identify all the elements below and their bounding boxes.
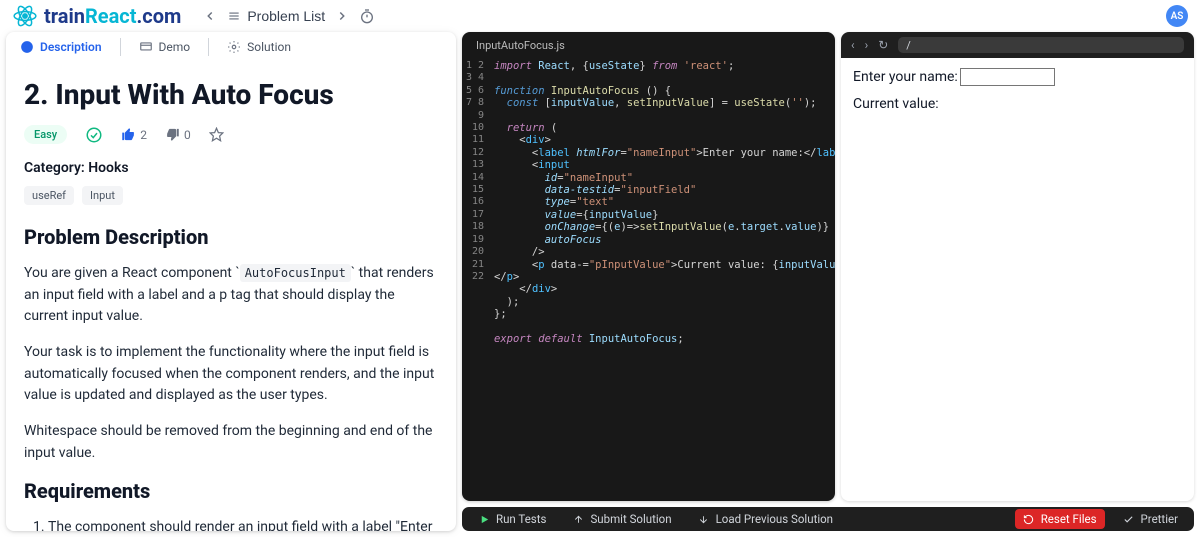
section-requirements: Requirements [24, 479, 438, 503]
brand-dotcom: .com [137, 4, 182, 28]
category: Category: Hooks [24, 160, 438, 176]
preview-name-input[interactable] [960, 68, 1055, 86]
section-problem-description: Problem Description [24, 225, 438, 249]
reset-files-button[interactable]: Reset Files [1015, 509, 1105, 529]
tab-demo[interactable]: Demo [139, 40, 191, 54]
preview-reload-icon[interactable]: ↻ [878, 39, 888, 51]
tab-solution[interactable]: Solution [227, 40, 291, 54]
description-icon: i [20, 40, 34, 54]
solution-icon [227, 40, 241, 54]
preview-toolbar: ‹ › ↻ / [841, 32, 1194, 58]
code-editor[interactable]: InputAutoFocus.js 1 2 3 4 5 6 7 8 9 10 1… [462, 32, 835, 501]
demo-icon [139, 40, 153, 54]
prettier-button[interactable]: Prettier [1115, 509, 1186, 529]
atom-icon [12, 3, 38, 29]
description-scroll[interactable]: 2. Input With Auto Focus Easy 2 0 [6, 62, 456, 531]
reset-icon [1023, 513, 1035, 525]
preview-back-icon[interactable]: ‹ [851, 39, 855, 51]
preview-url-bar[interactable]: / [898, 37, 1184, 53]
topbar: trainReact.com Problem List AS [0, 0, 1200, 32]
solved-check-icon [85, 126, 103, 144]
left-tabs: i Description Demo Solution [6, 32, 456, 62]
line-gutter: 1 2 3 4 5 6 7 8 9 10 11 12 13 14 15 16 1… [462, 60, 490, 283]
preview-label: Enter your name: [853, 69, 958, 85]
problem-title: 2. Input With Auto Focus [24, 78, 438, 111]
code-autofocusinput: AutoFocusInput [240, 264, 351, 282]
desc-para-1: You are given a React component `AutoFoc… [24, 263, 438, 328]
topnav: Problem List [203, 8, 375, 24]
req-item: The component should render an input fie… [48, 517, 438, 532]
brand-logo[interactable]: trainReact.com [12, 3, 181, 29]
like-button[interactable]: 2 [121, 127, 147, 142]
problem-list-menu-button[interactable]: Problem List [227, 8, 325, 24]
preview-panel: ‹ › ↻ / Enter your name: Current value: [841, 32, 1194, 501]
panes: InputAutoFocus.js 1 2 3 4 5 6 7 8 9 10 1… [462, 32, 1194, 501]
tag-useref[interactable]: useRef [24, 186, 74, 205]
code-content[interactable]: import React, {useState} from 'react'; f… [494, 60, 835, 345]
tab-description[interactable]: i Description [20, 40, 102, 54]
requirements-list: The component should render an input fie… [24, 517, 438, 532]
difficulty-badge: Easy [24, 125, 67, 144]
code-body[interactable]: 1 2 3 4 5 6 7 8 9 10 11 12 13 14 15 16 1… [462, 52, 835, 501]
desc-para-2: Your task is to implement the functional… [24, 342, 438, 407]
preview-current-value: Current value: [853, 96, 1182, 112]
run-tests-button[interactable]: Run Tests [470, 509, 554, 529]
action-bar: Run Tests Submit Solution Load Previous … [462, 507, 1194, 531]
preview-forward-icon[interactable]: › [865, 39, 869, 51]
preview-body: Enter your name: Current value: [841, 58, 1194, 122]
submit-solution-button[interactable]: Submit Solution [564, 509, 679, 529]
right-column: InputAutoFocus.js 1 2 3 4 5 6 7 8 9 10 1… [462, 32, 1194, 531]
desc-para-3: Whitespace should be removed from the be… [24, 421, 438, 464]
nav-forward-button[interactable] [335, 9, 349, 23]
download-icon [698, 513, 710, 525]
avatar[interactable]: AS [1166, 5, 1188, 27]
play-icon [478, 513, 490, 525]
brand-train: train [44, 4, 85, 28]
dislike-button[interactable]: 0 [165, 127, 191, 142]
meta-row: Easy 2 0 [24, 125, 438, 144]
load-previous-button[interactable]: Load Previous Solution [690, 509, 841, 529]
brand-react: React [85, 4, 137, 28]
problem-list-label: Problem List [247, 8, 325, 24]
editor-filename[interactable]: InputAutoFocus.js [462, 32, 835, 52]
svg-text:i: i [26, 44, 28, 51]
main: i Description Demo Solution 2. Input Wit… [0, 32, 1200, 537]
timer-button[interactable] [359, 8, 375, 24]
left-panel: i Description Demo Solution 2. Input Wit… [6, 32, 456, 531]
check-icon [1123, 513, 1135, 525]
bookmark-button[interactable] [209, 127, 224, 142]
tag-input[interactable]: Input [82, 186, 123, 205]
nav-back-button[interactable] [203, 9, 217, 23]
tags: useRef Input [24, 186, 438, 205]
upload-icon [572, 513, 584, 525]
